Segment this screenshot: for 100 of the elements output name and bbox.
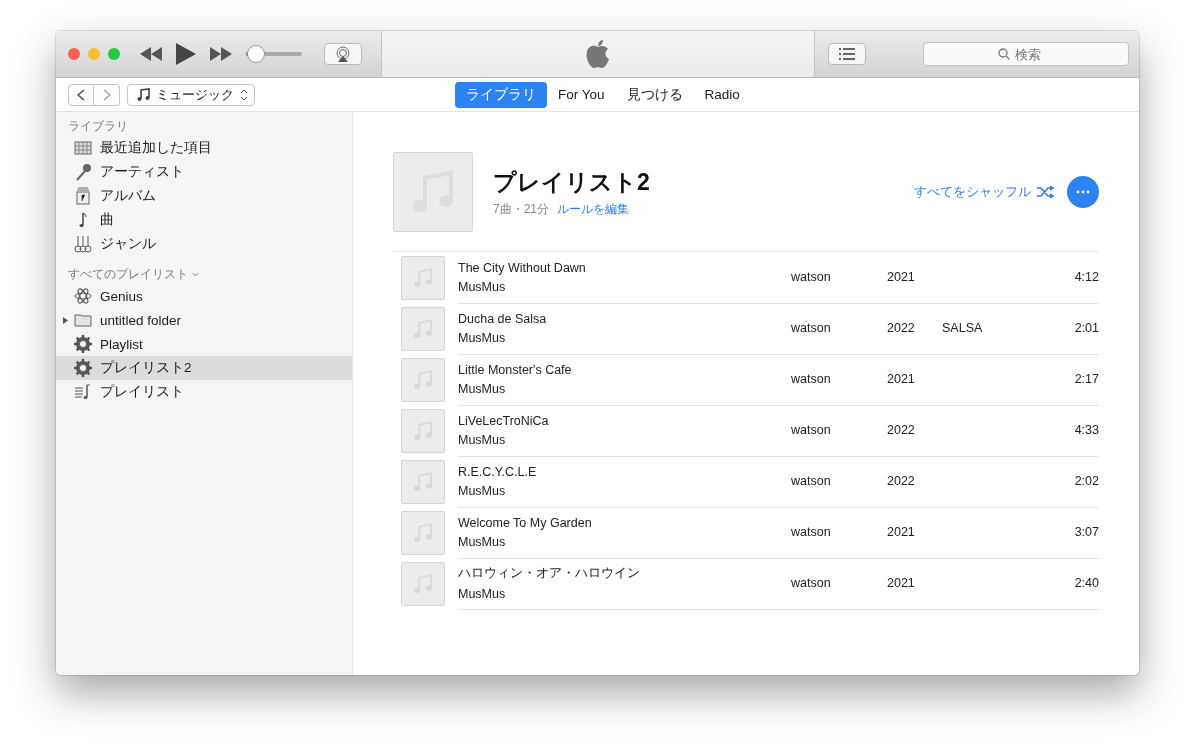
song-title: Ducha de Salsa [458, 311, 548, 326]
song-title: LiVeLecTroNiCa [458, 413, 550, 428]
playlist-icon [74, 383, 92, 401]
list-view-button[interactable] [828, 43, 866, 65]
chevron-down-icon[interactable] [192, 271, 199, 277]
song-title: ハロウィン・オア・ハロウイン [458, 565, 641, 582]
atom-icon [74, 287, 92, 305]
guitars-icon [74, 235, 92, 253]
song-year: 2021 [887, 270, 916, 284]
section-heading: ライブラリ [67, 117, 129, 135]
song-artist: MusMus [458, 279, 507, 294]
table-cell-text: watson [791, 576, 832, 590]
play-icon[interactable] [176, 43, 196, 65]
song-row[interactable]: The City Without Dawn MusMus watson 2021 4:12 [393, 252, 1099, 303]
sidebar-item[interactable]: ジャンル [56, 232, 352, 256]
sidebar-item[interactable]: 曲 [56, 208, 352, 232]
fast-forward-icon[interactable] [210, 47, 232, 61]
volume-thumb[interactable] [248, 46, 264, 62]
media-selector[interactable]: ミュージック [127, 83, 255, 106]
list-icon [839, 48, 855, 60]
nav-tab[interactable]: 見つける [615, 81, 694, 108]
song-title: R.E.C.Y.C.L.E [458, 464, 538, 479]
sidebar-item[interactable]: untitled folder [56, 308, 352, 332]
song-row[interactable]: Welcome To My Garden MusMus watson 2021 3:07 [393, 507, 1099, 558]
music-note-icon [136, 87, 150, 102]
sidebar-item[interactable]: プレイリスト2 [56, 356, 352, 380]
song-artist: MusMus [458, 534, 507, 549]
sidebar-item[interactable]: アルバム [56, 184, 352, 208]
song-time: 2:40 [1073, 576, 1099, 590]
gear-icon [74, 335, 92, 353]
sidebar-item[interactable]: プレイリスト [56, 380, 352, 404]
sidebar-item[interactable]: Playlist [56, 332, 352, 356]
close-button[interactable] [68, 48, 80, 60]
back-button[interactable] [68, 83, 94, 106]
nav-tab[interactable]: ライブラリ [455, 81, 547, 108]
table-cell-text: watson [791, 321, 832, 335]
chevron-left-icon [77, 88, 85, 101]
table-cell-text: watson [791, 423, 832, 437]
album-icon [74, 187, 92, 205]
song-time: 4:33 [1073, 423, 1099, 437]
artwork-placeholder [401, 306, 445, 351]
chevron-right-icon [102, 88, 111, 101]
sidebar-item[interactable]: Genius [56, 284, 352, 308]
table-cell-text: watson [791, 474, 832, 488]
song-artist: MusMus [458, 381, 507, 396]
song-time: 4:12 [1073, 270, 1099, 284]
playlist-summary: 7曲・21分 [493, 200, 550, 218]
section-heading: すべてのプレイリスト [56, 264, 352, 284]
artwork-placeholder [401, 510, 445, 555]
table-cell-text: watson [791, 525, 832, 539]
forward-button[interactable] [94, 83, 120, 106]
song-time: 2:02 [1073, 474, 1099, 488]
edit-rules-link[interactable]: ルールを編集 [557, 200, 630, 218]
song-artist: MusMus [458, 483, 507, 498]
nav-tab[interactable]: For You [547, 81, 616, 108]
song-year: 2021 [887, 525, 916, 539]
rewind-icon[interactable] [140, 47, 162, 61]
search-field[interactable]: 検索 [1014, 46, 1055, 62]
song-row[interactable]: Little Monster's Cafe MusMus watson 2021 2:17 [393, 354, 1099, 405]
song-year: 2022 [887, 474, 916, 488]
shuffle-all-link[interactable]: すべてをシャッフル [914, 183, 1055, 201]
song-time: 3:07 [1073, 525, 1099, 539]
artwork-placeholder [401, 255, 445, 300]
song-year: 2022 [887, 423, 916, 437]
song-row[interactable]: LiVeLecTroNiCa MusMus watson 2022 4:33 [393, 405, 1099, 456]
more-options-button[interactable] [1067, 176, 1099, 208]
song-artist: MusMus [458, 587, 507, 601]
artwork-placeholder [401, 408, 445, 453]
up-down-arrows-icon [240, 88, 248, 101]
song-year: 2022 [887, 321, 916, 335]
airplay-button[interactable] [324, 43, 362, 65]
microphone-icon [74, 163, 92, 181]
disclosure-triangle-icon[interactable] [63, 316, 68, 324]
search-icon [997, 48, 1010, 60]
song-year: 2021 [887, 372, 916, 386]
table-cell-text: watson [791, 372, 832, 386]
song-title: Welcome To My Garden [458, 515, 593, 530]
nav-tab[interactable]: Radio [693, 81, 751, 108]
song-genre: SALSA [942, 321, 983, 335]
table-cell-text: watson [791, 270, 832, 284]
artwork-placeholder [401, 561, 445, 606]
song-year: 2021 [887, 576, 916, 590]
song-artist: MusMus [458, 432, 507, 447]
sidebar-item[interactable]: アーティスト [56, 160, 352, 184]
song-time: 2:01 [1073, 321, 1099, 335]
grid-icon [74, 139, 92, 157]
artwork-placeholder [401, 459, 445, 504]
shuffle-icon [1037, 186, 1055, 198]
ellipsis-icon [1076, 190, 1090, 194]
gear-icon [74, 359, 92, 377]
volume-slider[interactable] [246, 46, 302, 62]
artwork-placeholder [401, 357, 445, 402]
apple-logo-icon [585, 39, 611, 69]
song-time: 2:17 [1073, 372, 1099, 386]
song-row[interactable]: ハロウィン・オア・ハロウイン MusMus watson 2021 2:40 [393, 558, 1099, 609]
airplay-icon [335, 46, 351, 62]
sidebar-item[interactable]: 最近追加した項目 [56, 136, 352, 160]
song-title: The City Without Dawn [458, 260, 587, 275]
song-row[interactable]: R.E.C.Y.C.L.E MusMus watson 2022 2:02 [393, 456, 1099, 507]
song-row[interactable]: Ducha de Salsa MusMus watson 2022 SALSA 2:01 [393, 303, 1099, 354]
